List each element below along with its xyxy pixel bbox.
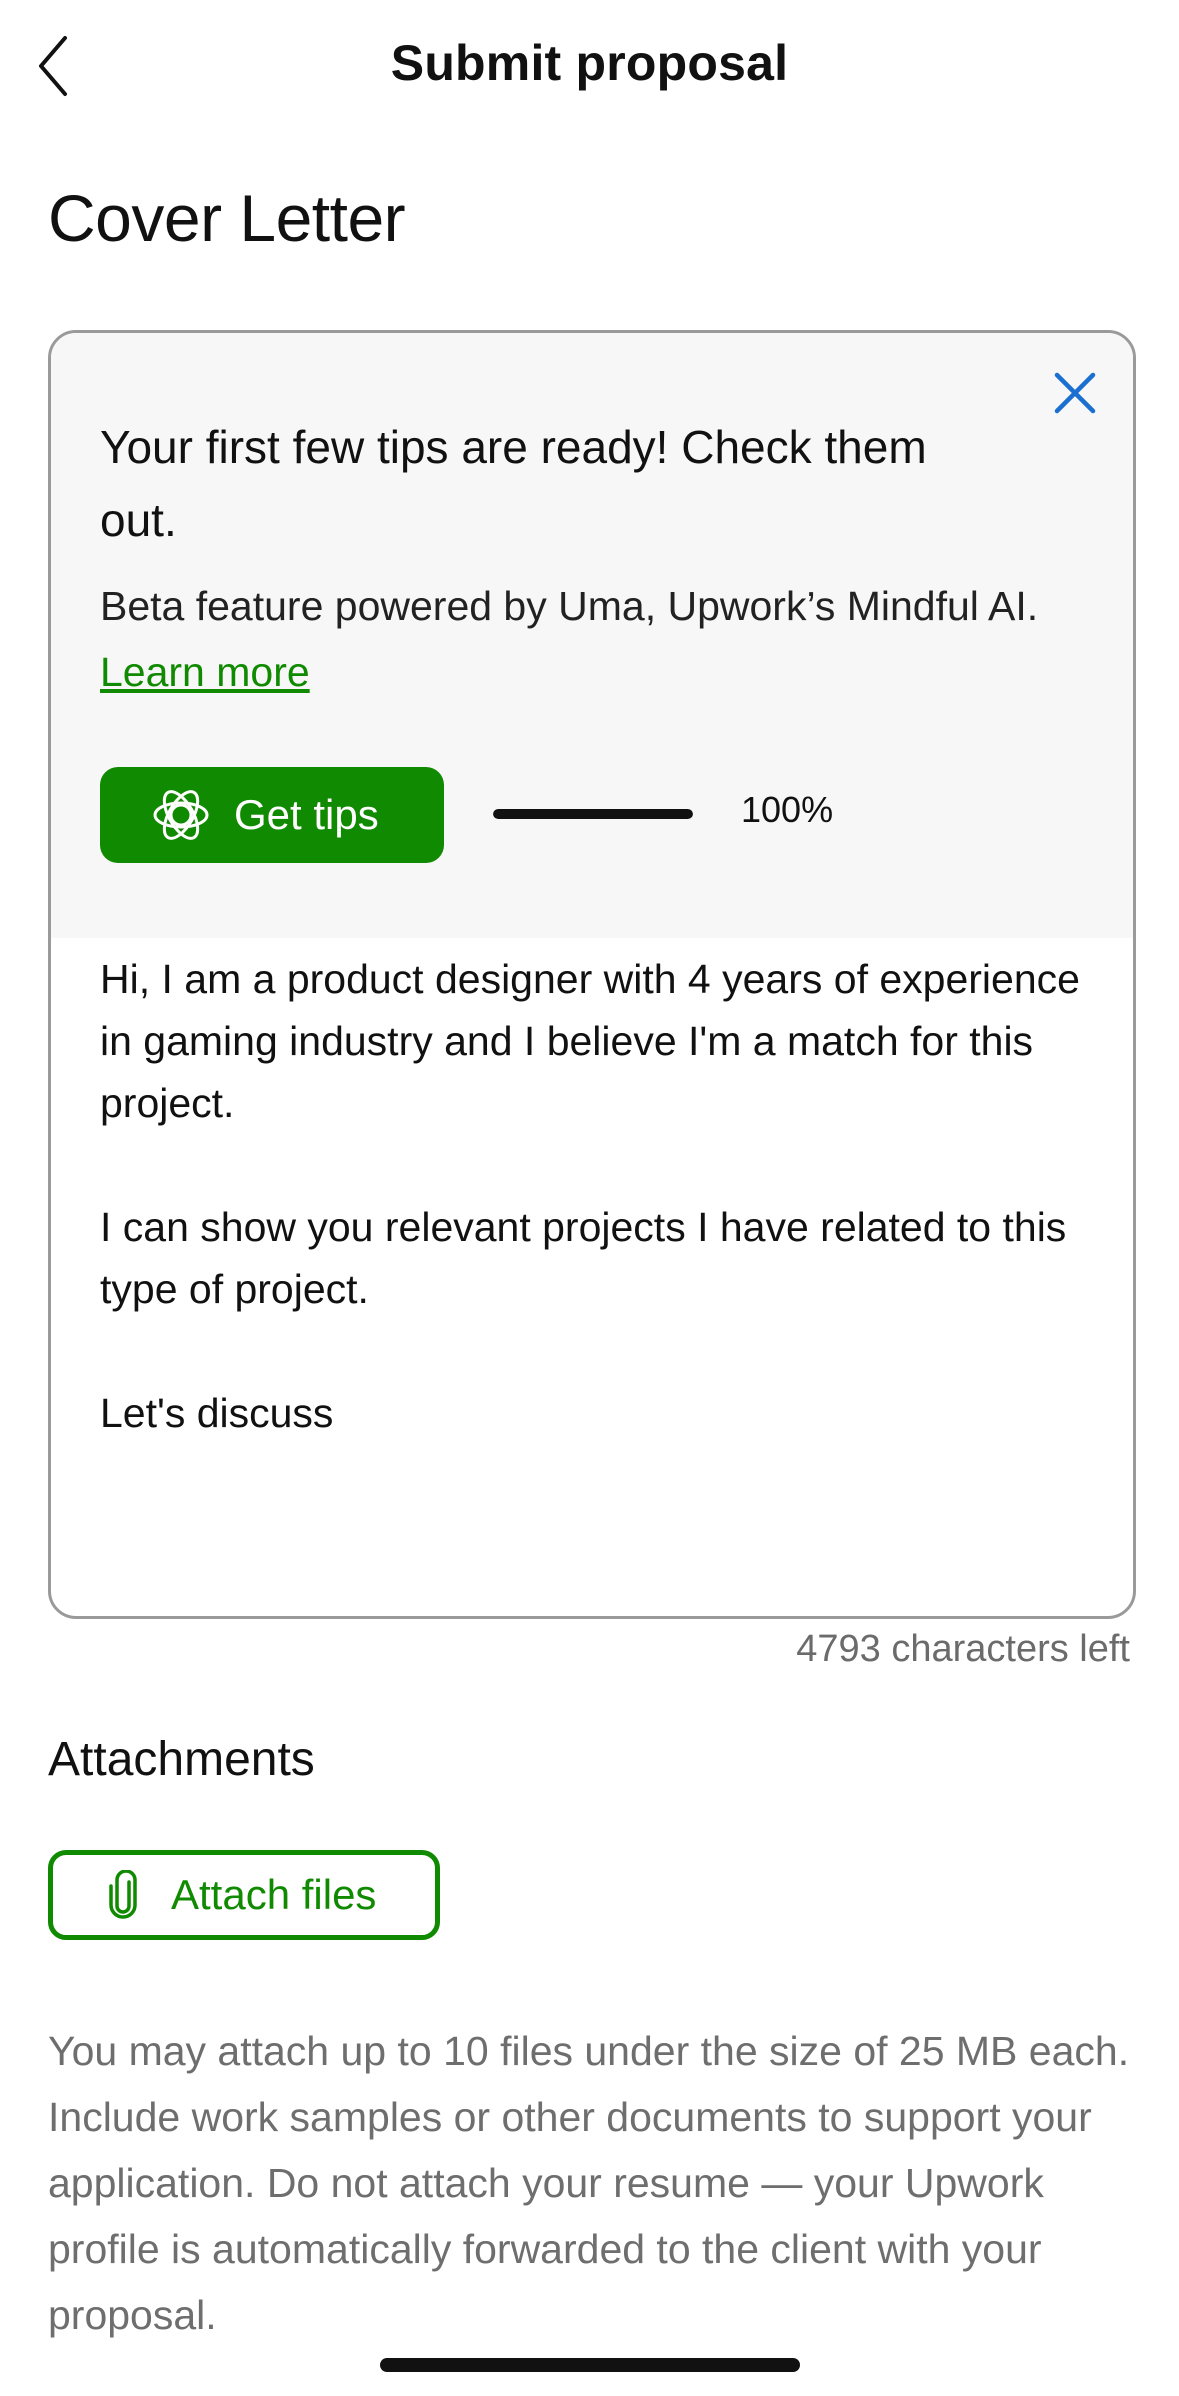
tips-description: Beta feature powered by Uma, Upwork’s Mi…	[100, 573, 1060, 705]
close-icon	[1053, 371, 1097, 420]
nav-header: Submit proposal	[0, 0, 1179, 140]
get-tips-label: Get tips	[234, 791, 379, 838]
cover-letter-text[interactable]: Hi, I am a product designer with 4 years…	[100, 948, 1090, 1506]
attachments-info-text: You may attach up to 10 files under the …	[48, 2028, 1130, 2338]
cover-letter-title: Cover Letter	[48, 181, 406, 255]
tips-progress-text: 100%	[741, 789, 834, 830]
home-indicator[interactable]	[380, 2358, 800, 2372]
attachments-title: Attachments	[48, 1733, 315, 1786]
cover-letter-box[interactable]: Your first few tips are ready! Check the…	[48, 330, 1136, 1619]
tips-title: Your first few tips are ready! Check the…	[100, 421, 927, 546]
paperclip-icon	[103, 1869, 143, 1921]
uma-icon	[150, 784, 212, 846]
cover-letter-paragraph: I can show you relevant projects I have …	[100, 1204, 1067, 1312]
page-title: Submit proposal	[390, 35, 789, 91]
tips-progress-fill	[493, 809, 693, 819]
tips-panel: Your first few tips are ready! Check the…	[51, 333, 1133, 938]
tips-progress-bar	[493, 809, 693, 819]
characters-left-counter: 4793 characters left	[796, 1628, 1130, 1670]
attach-files-button[interactable]: Attach files	[48, 1850, 440, 1940]
cover-letter-paragraph: Let's discuss	[100, 1390, 334, 1436]
cover-letter-paragraph: Hi, I am a product designer with 4 years…	[100, 956, 1080, 1126]
tips-description-text: Beta feature powered by Uma, Upwork’s Mi…	[100, 583, 1039, 629]
get-tips-button[interactable]: Get tips	[100, 767, 444, 863]
close-tips-button[interactable]	[1047, 367, 1103, 423]
attach-files-label: Attach files	[171, 1871, 377, 1918]
learn-more-link[interactable]: Learn more	[100, 649, 310, 695]
